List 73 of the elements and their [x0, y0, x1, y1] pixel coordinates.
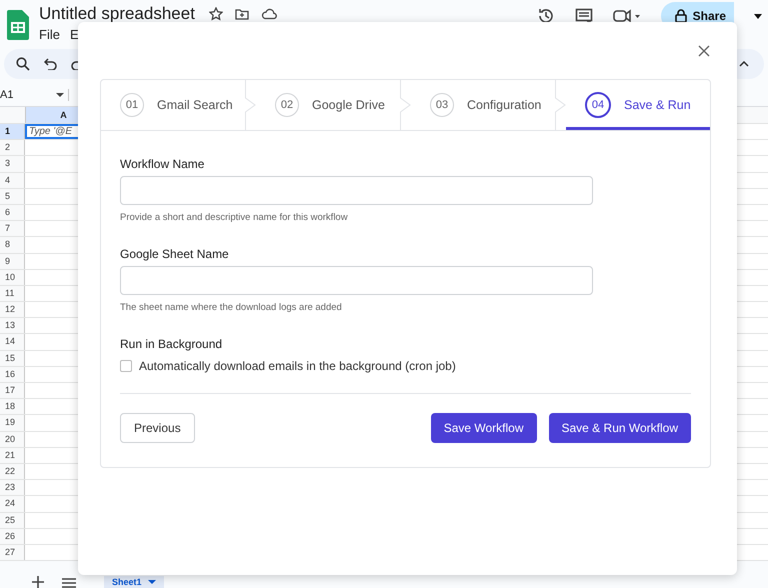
caret-icon[interactable]	[754, 14, 762, 18]
star-icon[interactable]	[208, 7, 223, 21]
menu-icon[interactable]	[62, 578, 76, 588]
step-tab[interactable]: 01 Gmail Search	[101, 80, 245, 130]
video-call-icon[interactable]	[612, 8, 641, 24]
checkbox-label: Automatically download emails in the background (cron job)	[139, 359, 456, 373]
step-tab[interactable]: 04 Save & Run	[566, 80, 710, 130]
menu-item[interactable]: E	[70, 27, 79, 42]
row-header[interactable]: 22	[0, 464, 25, 480]
cloud-icon[interactable]	[260, 8, 277, 20]
field-label: Run in Background	[120, 337, 224, 351]
add-sheet-icon[interactable]	[32, 576, 44, 588]
step-label: Gmail Search	[157, 98, 233, 112]
row-header[interactable]: 20	[0, 432, 25, 447]
step-number: 03	[430, 93, 454, 117]
menu-item[interactable]: File	[39, 27, 60, 42]
save-button[interactable]: Save & Run Workflow	[548, 413, 691, 443]
row-header[interactable]: 4	[0, 172, 25, 188]
row-header[interactable]: 26	[0, 528, 25, 544]
caret-icon	[56, 93, 64, 97]
field-label: Workflow Name	[120, 157, 206, 171]
search-icon[interactable]	[16, 57, 30, 71]
row-header[interactable]: 13	[0, 318, 25, 334]
row-header[interactable]: 11	[0, 286, 25, 302]
help-text: Provide a short and descriptive name for this workflow	[120, 212, 349, 223]
help-text: The sheet name where the download logs are added	[120, 302, 343, 313]
undo-icon[interactable]	[44, 58, 57, 70]
close-icon[interactable]	[698, 44, 710, 56]
row-header[interactable]: 12	[0, 302, 25, 318]
step-number: 04	[585, 92, 611, 118]
folder-icon[interactable]	[234, 8, 249, 20]
step-tab[interactable]: 02 Google Drive	[256, 80, 400, 130]
previous-button[interactable]: Previous	[120, 413, 195, 443]
row-header[interactable]: 16	[0, 366, 25, 382]
comment-icon[interactable]	[574, 8, 593, 24]
row-header[interactable]: 2	[0, 140, 25, 156]
row-header[interactable]: 6	[0, 204, 25, 220]
row-header[interactable]: 17	[0, 383, 25, 398]
step-number: 01	[120, 93, 144, 117]
sheet-tab[interactable]: Sheet1	[104, 576, 164, 588]
row-header[interactable]: 18	[0, 399, 25, 414]
row-header[interactable]: 19	[0, 415, 25, 431]
sheets-logo-icon	[7, 10, 29, 40]
name-box[interactable]: A1	[0, 89, 69, 101]
input-field[interactable]	[120, 176, 593, 205]
row-header[interactable]: 1	[0, 124, 25, 140]
history-icon[interactable]	[536, 7, 555, 25]
row-header[interactable]: 3	[0, 156, 25, 172]
row-header[interactable]: 23	[0, 480, 25, 496]
step-label: Configuration	[467, 98, 542, 112]
lock-icon	[674, 9, 687, 23]
row-header[interactable]: 14	[0, 334, 25, 350]
field-label: Google Sheet Name	[120, 247, 230, 261]
row-header[interactable]: 15	[0, 350, 25, 366]
row-header[interactable]: 24	[0, 496, 25, 512]
row-header[interactable]: 27	[0, 544, 25, 560]
save-button[interactable]: Save Workflow	[430, 413, 536, 443]
row-header[interactable]: 25	[0, 512, 25, 528]
document-title[interactable]: Untitled spreadsheet	[39, 4, 195, 24]
step-label: Save & Run	[624, 98, 691, 112]
caret-icon	[148, 580, 156, 584]
step-number: 02	[275, 93, 299, 117]
row-header[interactable]: 21	[0, 448, 25, 463]
row-header[interactable]: 10	[0, 270, 25, 285]
row-header[interactable]: 9	[0, 254, 25, 269]
step-label: Google Drive	[312, 98, 385, 112]
checkbox[interactable]	[120, 360, 132, 372]
row-header[interactable]: 5	[0, 188, 25, 204]
row-header[interactable]: 7	[0, 221, 25, 236]
chevron-up-icon	[739, 61, 749, 67]
row-header[interactable]: 8	[0, 237, 25, 252]
step-tab[interactable]: 03 Configuration	[411, 80, 555, 130]
input-field[interactable]	[120, 266, 593, 295]
